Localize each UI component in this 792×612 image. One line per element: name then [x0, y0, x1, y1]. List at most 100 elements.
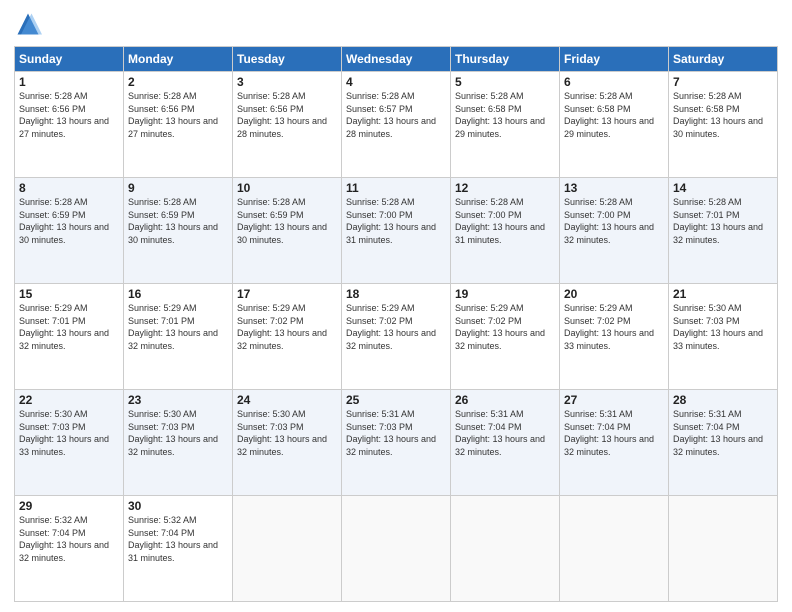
- calendar-cell: 5 Sunrise: 5:28 AM Sunset: 6:58 PM Dayli…: [451, 72, 560, 178]
- sunset-label: Sunset: 7:03 PM: [128, 422, 195, 432]
- day-number: 10: [237, 181, 337, 195]
- sunset-label: Sunset: 7:01 PM: [673, 210, 740, 220]
- day-info: Sunrise: 5:29 AM Sunset: 7:02 PM Dayligh…: [564, 302, 664, 352]
- calendar-week-3: 15 Sunrise: 5:29 AM Sunset: 7:01 PM Dayl…: [15, 284, 778, 390]
- sunset-label: Sunset: 6:59 PM: [19, 210, 86, 220]
- daylight-label: Daylight: 13 hours and 27 minutes.: [128, 116, 218, 139]
- weekday-friday: Friday: [560, 47, 669, 72]
- daylight-label: Daylight: 13 hours and 32 minutes.: [455, 434, 545, 457]
- daylight-label: Daylight: 13 hours and 27 minutes.: [19, 116, 109, 139]
- day-info: Sunrise: 5:28 AM Sunset: 7:01 PM Dayligh…: [673, 196, 773, 246]
- calendar-cell: 13 Sunrise: 5:28 AM Sunset: 7:00 PM Dayl…: [560, 178, 669, 284]
- sunrise-label: Sunrise: 5:28 AM: [19, 91, 88, 101]
- daylight-label: Daylight: 13 hours and 32 minutes.: [128, 434, 218, 457]
- calendar-cell: 30 Sunrise: 5:32 AM Sunset: 7:04 PM Dayl…: [124, 496, 233, 602]
- weekday-tuesday: Tuesday: [233, 47, 342, 72]
- sunrise-label: Sunrise: 5:29 AM: [19, 303, 88, 313]
- daylight-label: Daylight: 13 hours and 31 minutes.: [128, 540, 218, 563]
- calendar-cell: 26 Sunrise: 5:31 AM Sunset: 7:04 PM Dayl…: [451, 390, 560, 496]
- day-number: 15: [19, 287, 119, 301]
- sunset-label: Sunset: 7:02 PM: [455, 316, 522, 326]
- sunset-label: Sunset: 7:04 PM: [673, 422, 740, 432]
- weekday-thursday: Thursday: [451, 47, 560, 72]
- day-number: 25: [346, 393, 446, 407]
- calendar-week-5: 29 Sunrise: 5:32 AM Sunset: 7:04 PM Dayl…: [15, 496, 778, 602]
- daylight-label: Daylight: 13 hours and 32 minutes.: [346, 328, 436, 351]
- calendar-week-4: 22 Sunrise: 5:30 AM Sunset: 7:03 PM Dayl…: [15, 390, 778, 496]
- sunset-label: Sunset: 7:04 PM: [564, 422, 631, 432]
- sunset-label: Sunset: 6:56 PM: [128, 104, 195, 114]
- sunset-label: Sunset: 6:58 PM: [455, 104, 522, 114]
- sunrise-label: Sunrise: 5:29 AM: [237, 303, 306, 313]
- daylight-label: Daylight: 13 hours and 32 minutes.: [346, 434, 436, 457]
- day-info: Sunrise: 5:29 AM Sunset: 7:01 PM Dayligh…: [19, 302, 119, 352]
- sunrise-label: Sunrise: 5:31 AM: [346, 409, 415, 419]
- day-info: Sunrise: 5:28 AM Sunset: 6:56 PM Dayligh…: [128, 90, 228, 140]
- sunrise-label: Sunrise: 5:28 AM: [237, 91, 306, 101]
- calendar-cell: 11 Sunrise: 5:28 AM Sunset: 7:00 PM Dayl…: [342, 178, 451, 284]
- sunset-label: Sunset: 7:04 PM: [19, 528, 86, 538]
- sunrise-label: Sunrise: 5:32 AM: [19, 515, 88, 525]
- daylight-label: Daylight: 13 hours and 30 minutes.: [19, 222, 109, 245]
- day-info: Sunrise: 5:32 AM Sunset: 7:04 PM Dayligh…: [128, 514, 228, 564]
- sunset-label: Sunset: 7:03 PM: [673, 316, 740, 326]
- sunrise-label: Sunrise: 5:30 AM: [237, 409, 306, 419]
- sunset-label: Sunset: 7:00 PM: [455, 210, 522, 220]
- day-info: Sunrise: 5:30 AM Sunset: 7:03 PM Dayligh…: [673, 302, 773, 352]
- sunrise-label: Sunrise: 5:28 AM: [455, 197, 524, 207]
- sunrise-label: Sunrise: 5:30 AM: [128, 409, 197, 419]
- daylight-label: Daylight: 13 hours and 33 minutes.: [673, 328, 763, 351]
- sunrise-label: Sunrise: 5:28 AM: [128, 197, 197, 207]
- daylight-label: Daylight: 13 hours and 32 minutes.: [128, 328, 218, 351]
- day-info: Sunrise: 5:28 AM Sunset: 6:58 PM Dayligh…: [564, 90, 664, 140]
- sunrise-label: Sunrise: 5:29 AM: [455, 303, 524, 313]
- day-info: Sunrise: 5:29 AM Sunset: 7:01 PM Dayligh…: [128, 302, 228, 352]
- daylight-label: Daylight: 13 hours and 30 minutes.: [128, 222, 218, 245]
- day-info: Sunrise: 5:28 AM Sunset: 7:00 PM Dayligh…: [346, 196, 446, 246]
- weekday-monday: Monday: [124, 47, 233, 72]
- day-number: 8: [19, 181, 119, 195]
- sunrise-label: Sunrise: 5:28 AM: [455, 91, 524, 101]
- day-number: 21: [673, 287, 773, 301]
- calendar-cell: [669, 496, 778, 602]
- sunset-label: Sunset: 7:02 PM: [237, 316, 304, 326]
- calendar-cell: 22 Sunrise: 5:30 AM Sunset: 7:03 PM Dayl…: [15, 390, 124, 496]
- calendar-cell: 16 Sunrise: 5:29 AM Sunset: 7:01 PM Dayl…: [124, 284, 233, 390]
- daylight-label: Daylight: 13 hours and 31 minutes.: [455, 222, 545, 245]
- sunrise-label: Sunrise: 5:29 AM: [128, 303, 197, 313]
- day-number: 12: [455, 181, 555, 195]
- day-number: 19: [455, 287, 555, 301]
- weekday-saturday: Saturday: [669, 47, 778, 72]
- day-number: 3: [237, 75, 337, 89]
- sunrise-label: Sunrise: 5:28 AM: [237, 197, 306, 207]
- day-number: 17: [237, 287, 337, 301]
- day-info: Sunrise: 5:29 AM Sunset: 7:02 PM Dayligh…: [455, 302, 555, 352]
- calendar-cell: 29 Sunrise: 5:32 AM Sunset: 7:04 PM Dayl…: [15, 496, 124, 602]
- sunset-label: Sunset: 6:56 PM: [237, 104, 304, 114]
- sunrise-label: Sunrise: 5:31 AM: [455, 409, 524, 419]
- sunrise-label: Sunrise: 5:28 AM: [346, 197, 415, 207]
- sunset-label: Sunset: 7:03 PM: [237, 422, 304, 432]
- calendar-cell: 25 Sunrise: 5:31 AM Sunset: 7:03 PM Dayl…: [342, 390, 451, 496]
- sunset-label: Sunset: 6:56 PM: [19, 104, 86, 114]
- day-info: Sunrise: 5:28 AM Sunset: 6:58 PM Dayligh…: [673, 90, 773, 140]
- day-info: Sunrise: 5:31 AM Sunset: 7:04 PM Dayligh…: [455, 408, 555, 458]
- sunrise-label: Sunrise: 5:28 AM: [128, 91, 197, 101]
- day-number: 14: [673, 181, 773, 195]
- day-number: 28: [673, 393, 773, 407]
- sunset-label: Sunset: 7:02 PM: [564, 316, 631, 326]
- sunset-label: Sunset: 7:04 PM: [455, 422, 522, 432]
- day-info: Sunrise: 5:32 AM Sunset: 7:04 PM Dayligh…: [19, 514, 119, 564]
- daylight-label: Daylight: 13 hours and 31 minutes.: [346, 222, 436, 245]
- day-number: 23: [128, 393, 228, 407]
- daylight-label: Daylight: 13 hours and 29 minutes.: [564, 116, 654, 139]
- calendar-cell: 9 Sunrise: 5:28 AM Sunset: 6:59 PM Dayli…: [124, 178, 233, 284]
- daylight-label: Daylight: 13 hours and 32 minutes.: [673, 434, 763, 457]
- calendar-cell: 1 Sunrise: 5:28 AM Sunset: 6:56 PM Dayli…: [15, 72, 124, 178]
- day-number: 4: [346, 75, 446, 89]
- daylight-label: Daylight: 13 hours and 28 minutes.: [237, 116, 327, 139]
- day-info: Sunrise: 5:28 AM Sunset: 6:59 PM Dayligh…: [128, 196, 228, 246]
- weekday-sunday: Sunday: [15, 47, 124, 72]
- sunrise-label: Sunrise: 5:28 AM: [673, 91, 742, 101]
- sunset-label: Sunset: 7:00 PM: [564, 210, 631, 220]
